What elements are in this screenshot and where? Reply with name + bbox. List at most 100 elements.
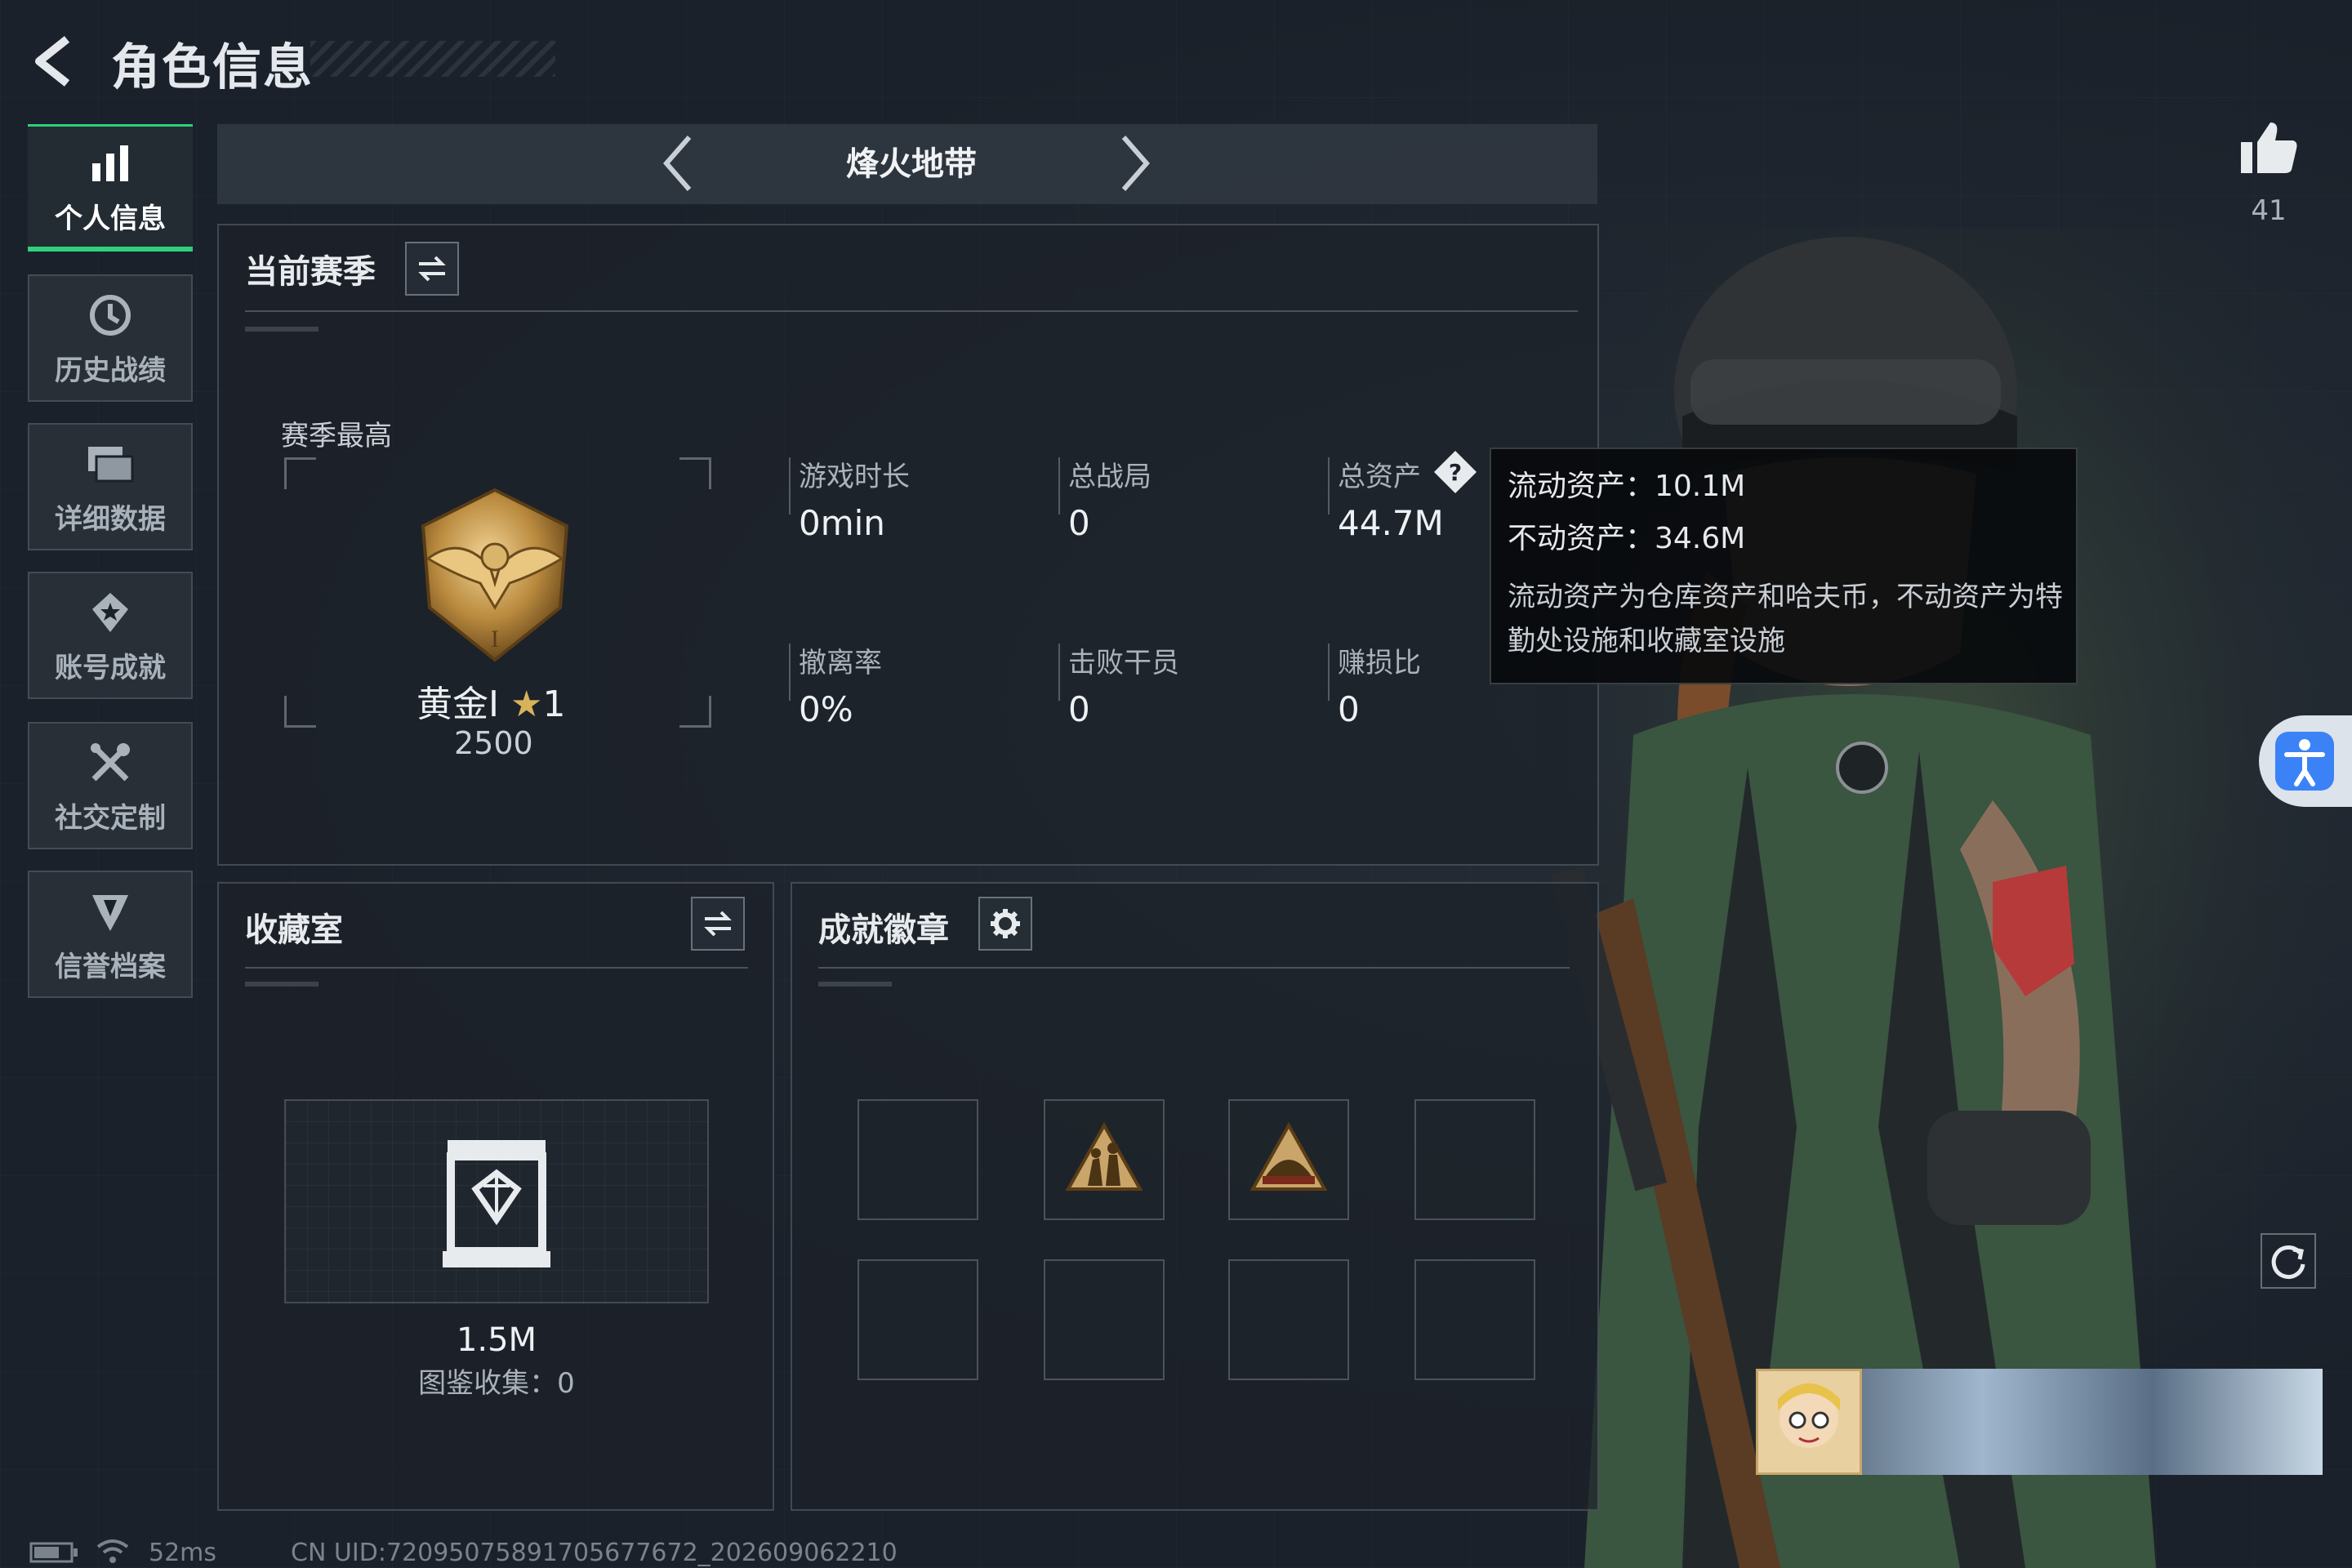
dome-badge-icon <box>1250 1121 1328 1191</box>
stat-value: 44.7M <box>1338 503 1444 543</box>
bar-chart-icon <box>84 137 136 189</box>
stat-value: 0min <box>799 503 885 543</box>
thumbs-up-icon[interactable] <box>2238 119 2300 176</box>
collection-divider <box>245 967 748 969</box>
help-diamond-icon[interactable]: ? <box>1431 448 1480 497</box>
mode-title: 烽火地带 <box>846 145 977 183</box>
svg-text:?: ? <box>1449 459 1462 486</box>
stat-divider <box>1058 457 1060 514</box>
stat-label: 总资产 <box>1338 461 1421 493</box>
swap-icon <box>704 911 732 937</box>
achievement-icon <box>84 586 136 639</box>
mode-next-arrow-icon[interactable] <box>1111 131 1160 196</box>
stat-value: 0 <box>1338 689 1360 729</box>
star-icon: ★ <box>510 684 543 725</box>
rank-stars: 1 <box>542 684 566 725</box>
sidebar-item-label: 信誉档案 <box>55 950 166 983</box>
sidebar-item-label: 账号成就 <box>55 651 166 684</box>
stat-label: 撤离率 <box>799 647 882 679</box>
rank-name: 黄金Ⅰ ★1 <box>416 675 565 727</box>
rotate-button[interactable] <box>2261 1233 2316 1289</box>
stat-label: 赚损比 <box>1338 647 1421 679</box>
page-title: 角色信息 <box>111 39 314 96</box>
decorative-text <box>245 982 318 987</box>
sidebar-item-personal-info[interactable]: 个人信息 <box>28 124 193 252</box>
badge-slot[interactable] <box>1414 1099 1535 1220</box>
wrench-cross-icon <box>84 737 136 789</box>
sidebar-item-detailed-data[interactable]: 详细数据 <box>28 423 193 550</box>
stat-label: 击败干员 <box>1068 647 1179 679</box>
badges-title: 成就徽章 <box>818 911 949 949</box>
stat-label: 游戏时长 <box>799 461 910 493</box>
svg-text:I: I <box>491 626 499 653</box>
battery-icon <box>29 1542 78 1563</box>
collection-catalog: 图鉴收集：0 <box>418 1367 575 1400</box>
mode-prev-arrow-icon[interactable] <box>653 131 702 196</box>
tooltip-description: 流动资产为仓库资产和哈夫币，不动资产为特勤处设施和收藏室设施 <box>1508 581 2063 657</box>
collection-switch-button[interactable] <box>691 897 745 951</box>
refresh-icon <box>2271 1245 2305 1279</box>
sidebar-item-label: 社交定制 <box>55 801 166 835</box>
accessibility-tab[interactable] <box>2259 715 2352 807</box>
display-case-icon <box>443 1140 550 1267</box>
gold-rank-emblem-icon: I <box>421 488 569 662</box>
ping-value: 52ms <box>149 1539 217 1567</box>
stat-label: 总战局 <box>1068 461 1152 493</box>
frame-corner <box>284 457 316 489</box>
sidebar-item-social-custom[interactable]: 社交定制 <box>28 722 193 849</box>
badge-slot[interactable] <box>1228 1099 1349 1220</box>
badge-slot[interactable] <box>858 1099 978 1220</box>
swap-icon <box>418 256 446 282</box>
stat-divider <box>1328 457 1330 514</box>
like-count: 41 <box>2251 194 2287 227</box>
folder-icon <box>84 438 136 490</box>
season-switch-button[interactable] <box>405 242 459 296</box>
user-uid: CN UID:7209507589170567767​2_20260906221… <box>291 1539 898 1567</box>
stat-divider <box>789 457 791 514</box>
badge-slot[interactable] <box>1414 1259 1535 1380</box>
season-title: 当前赛季 <box>245 253 376 291</box>
frame-corner <box>284 696 316 728</box>
decorative-text <box>818 982 892 987</box>
history-clock-icon <box>84 289 136 341</box>
collection-value: 1.5M <box>456 1321 537 1359</box>
accessibility-icon <box>2275 732 2334 791</box>
season-best-label: 赛季最高 <box>281 420 392 452</box>
frame-corner <box>679 696 711 728</box>
back-arrow-icon[interactable] <box>28 33 85 90</box>
badges-settings-button[interactable] <box>978 897 1032 951</box>
sidebar-item-label: 历史战绩 <box>55 354 166 387</box>
sidebar-item-label: 详细数据 <box>55 502 166 536</box>
credibility-icon <box>84 885 136 938</box>
frame-corner <box>679 457 711 489</box>
wifi-icon <box>96 1539 129 1563</box>
badges-divider <box>818 967 1570 969</box>
rank-name-text: 黄金Ⅰ <box>416 684 499 725</box>
season-divider <box>245 310 1578 312</box>
badge-slot[interactable] <box>858 1259 978 1380</box>
stat-divider <box>789 644 791 701</box>
sidebar-item-history[interactable]: 历史战绩 <box>28 274 193 402</box>
title-decoration <box>310 41 555 77</box>
stat-value: 0 <box>1068 503 1090 543</box>
avatar-face-icon <box>1778 1383 1840 1448</box>
sidebar-item-credibility[interactable]: 信誉档案 <box>28 871 193 998</box>
stat-divider <box>1058 644 1060 701</box>
tooltip-liquid-assets: 流动资产：10.1M <box>1508 470 1746 503</box>
rank-score: 2500 <box>454 725 533 761</box>
badge-slot[interactable] <box>1228 1259 1349 1380</box>
badge-slot[interactable] <box>1044 1259 1165 1380</box>
stat-divider <box>1328 644 1330 701</box>
gear-icon <box>991 909 1020 938</box>
tooltip-fixed-assets: 不动资产：34.6M <box>1508 522 1746 555</box>
sidebar-item-achievements[interactable]: 账号成就 <box>28 572 193 699</box>
decorative-text <box>245 327 318 332</box>
badge-slot[interactable] <box>1044 1099 1165 1220</box>
soldiers-badge-icon <box>1065 1121 1143 1191</box>
stat-value: 0 <box>1068 689 1090 729</box>
stat-value: 0% <box>799 689 853 729</box>
character-artwork <box>1535 229 2352 1568</box>
avatar[interactable] <box>1756 1369 1862 1475</box>
collection-title: 收藏室 <box>245 911 343 949</box>
sidebar-item-label: 个人信息 <box>55 203 166 235</box>
